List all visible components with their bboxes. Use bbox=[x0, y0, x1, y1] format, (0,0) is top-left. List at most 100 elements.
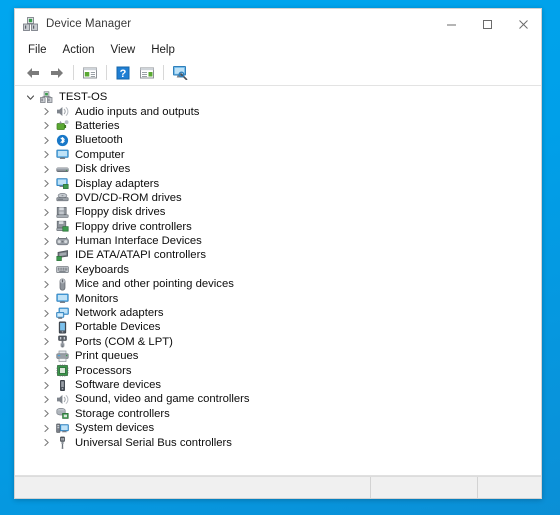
chevron-right-icon[interactable] bbox=[39, 179, 54, 188]
chevron-right-icon[interactable] bbox=[39, 352, 54, 361]
tree-item-label: Ports (COM & LPT) bbox=[75, 335, 173, 349]
tree-item-monitors[interactable]: Monitors bbox=[15, 291, 541, 305]
toolbar: ? bbox=[15, 60, 541, 86]
chevron-right-icon[interactable] bbox=[39, 237, 54, 246]
tree-item-network-adapters[interactable]: Network adapters bbox=[15, 306, 541, 320]
tree-item-print-queues[interactable]: Print queues bbox=[15, 349, 541, 363]
tree-item-audio-inputs-and-outputs[interactable]: Audio inputs and outputs bbox=[15, 104, 541, 118]
tree-item-mice-and-other-pointing-devices[interactable]: Mice and other pointing devices bbox=[15, 277, 541, 291]
menu-item-file[interactable]: File bbox=[20, 42, 55, 58]
back-arrow-icon[interactable] bbox=[21, 62, 45, 84]
floppy-disk-icon bbox=[54, 206, 70, 219]
chevron-right-icon[interactable] bbox=[39, 438, 54, 447]
chevron-right-icon[interactable] bbox=[39, 294, 54, 303]
tree-root-item[interactable]: TEST-OS bbox=[15, 90, 541, 104]
tree-item-batteries[interactable]: Batteries bbox=[15, 119, 541, 133]
tree-item-human-interface-devices[interactable]: Human Interface Devices bbox=[15, 234, 541, 248]
help-icon[interactable]: ? bbox=[111, 62, 135, 84]
chevron-right-icon[interactable] bbox=[39, 193, 54, 202]
tree-item-storage-controllers[interactable]: Storage controllers bbox=[15, 407, 541, 421]
floppy-controller-icon bbox=[54, 220, 70, 233]
tree-item-ide-ata-atapi-controllers[interactable]: IDE ATA/ATAPI controllers bbox=[15, 248, 541, 262]
tree-item-disk-drives[interactable]: Disk drives bbox=[15, 162, 541, 176]
tree-item-label: Floppy disk drives bbox=[75, 205, 165, 219]
computer-icon bbox=[54, 148, 70, 161]
device-manager-window: Device Manager bbox=[14, 8, 542, 499]
tree-root-label: TEST-OS bbox=[59, 90, 107, 104]
menu-item-view[interactable]: View bbox=[103, 42, 144, 58]
scan-hardware-icon[interactable] bbox=[168, 62, 192, 84]
chevron-right-icon[interactable] bbox=[39, 381, 54, 390]
tree-item-universal-serial-bus-controllers[interactable]: Universal Serial Bus controllers bbox=[15, 435, 541, 449]
tree-item-label: System devices bbox=[75, 421, 154, 435]
close-button[interactable] bbox=[505, 9, 541, 39]
tree-item-label: Network adapters bbox=[75, 306, 164, 320]
tree-item-system-devices[interactable]: System devices bbox=[15, 421, 541, 435]
tree-item-software-devices[interactable]: Software devices bbox=[15, 378, 541, 392]
tree-item-floppy-disk-drives[interactable]: Floppy disk drives bbox=[15, 205, 541, 219]
chevron-right-icon[interactable] bbox=[39, 424, 54, 433]
chevron-right-icon[interactable] bbox=[39, 150, 54, 159]
portable-device-icon bbox=[54, 321, 70, 334]
properties-icon[interactable] bbox=[78, 62, 102, 84]
system-device-icon bbox=[54, 422, 70, 435]
chevron-right-icon[interactable] bbox=[39, 366, 54, 375]
title-bar: Device Manager bbox=[15, 9, 541, 39]
tree-item-processors[interactable]: Processors bbox=[15, 363, 541, 377]
menu-item-help[interactable]: Help bbox=[143, 42, 183, 58]
tree-item-floppy-drive-controllers[interactable]: Floppy drive controllers bbox=[15, 220, 541, 234]
network-adapter-icon bbox=[54, 307, 70, 320]
tree-item-label: Floppy drive controllers bbox=[75, 220, 192, 234]
status-bar bbox=[15, 476, 541, 498]
chevron-right-icon[interactable] bbox=[39, 309, 54, 318]
tree-item-keyboards[interactable]: Keyboards bbox=[15, 263, 541, 277]
software-device-icon bbox=[54, 379, 70, 392]
chevron-down-icon[interactable] bbox=[23, 93, 38, 102]
window-title: Device Manager bbox=[46, 18, 131, 30]
tree-item-computer[interactable]: Computer bbox=[15, 148, 541, 162]
svg-text:?: ? bbox=[120, 68, 127, 80]
chevron-right-icon[interactable] bbox=[39, 323, 54, 332]
maximize-button[interactable] bbox=[469, 9, 505, 39]
chevron-right-icon[interactable] bbox=[39, 409, 54, 418]
tree-item-dvd-cd-rom-drives[interactable]: DVD/CD-ROM drives bbox=[15, 191, 541, 205]
device-manager-icon bbox=[22, 16, 39, 33]
toolbar-separator bbox=[106, 65, 107, 80]
status-pane-secondary bbox=[371, 477, 478, 498]
chevron-right-icon[interactable] bbox=[39, 337, 54, 346]
tree-item-bluetooth[interactable]: Bluetooth bbox=[15, 133, 541, 147]
chevron-right-icon[interactable] bbox=[39, 265, 54, 274]
tree-item-label: Portable Devices bbox=[75, 320, 160, 334]
tree-item-sound-video-and-game-controllers[interactable]: Sound, video and game controllers bbox=[15, 392, 541, 406]
chevron-right-icon[interactable] bbox=[39, 165, 54, 174]
tree-item-portable-devices[interactable]: Portable Devices bbox=[15, 320, 541, 334]
device-tree[interactable]: TEST-OS Audio inputs and outputs bbox=[15, 86, 541, 476]
chevron-right-icon[interactable] bbox=[39, 395, 54, 404]
bluetooth-icon bbox=[54, 134, 70, 147]
tree-item-label: Print queues bbox=[75, 349, 138, 363]
forward-arrow-icon[interactable] bbox=[45, 62, 69, 84]
tree-item-label: Disk drives bbox=[75, 162, 130, 176]
keyboard-icon bbox=[54, 263, 70, 276]
chevron-right-icon[interactable] bbox=[39, 251, 54, 260]
menu-item-action[interactable]: Action bbox=[55, 42, 103, 58]
computer-root-icon bbox=[38, 91, 54, 104]
processor-icon bbox=[54, 364, 70, 377]
monitor-icon bbox=[54, 292, 70, 305]
minimize-button[interactable] bbox=[433, 9, 469, 39]
chevron-right-icon[interactable] bbox=[39, 208, 54, 217]
chevron-right-icon[interactable] bbox=[39, 107, 54, 116]
tree-item-ports-com-and-lpt[interactable]: Ports (COM & LPT) bbox=[15, 335, 541, 349]
update-driver-icon[interactable] bbox=[135, 62, 159, 84]
chevron-right-icon[interactable] bbox=[39, 222, 54, 231]
usb-controller-icon bbox=[54, 436, 70, 449]
menu-bar: File Action View Help bbox=[15, 39, 541, 60]
chevron-right-icon[interactable] bbox=[39, 280, 54, 289]
tree-item-label: Human Interface Devices bbox=[75, 234, 202, 248]
chevron-right-icon[interactable] bbox=[39, 136, 54, 145]
hid-icon bbox=[54, 235, 70, 248]
tree-item-label: Mice and other pointing devices bbox=[75, 277, 234, 291]
tree-item-display-adapters[interactable]: Display adapters bbox=[15, 176, 541, 190]
dvd-drive-icon bbox=[54, 191, 70, 204]
chevron-right-icon[interactable] bbox=[39, 121, 54, 130]
